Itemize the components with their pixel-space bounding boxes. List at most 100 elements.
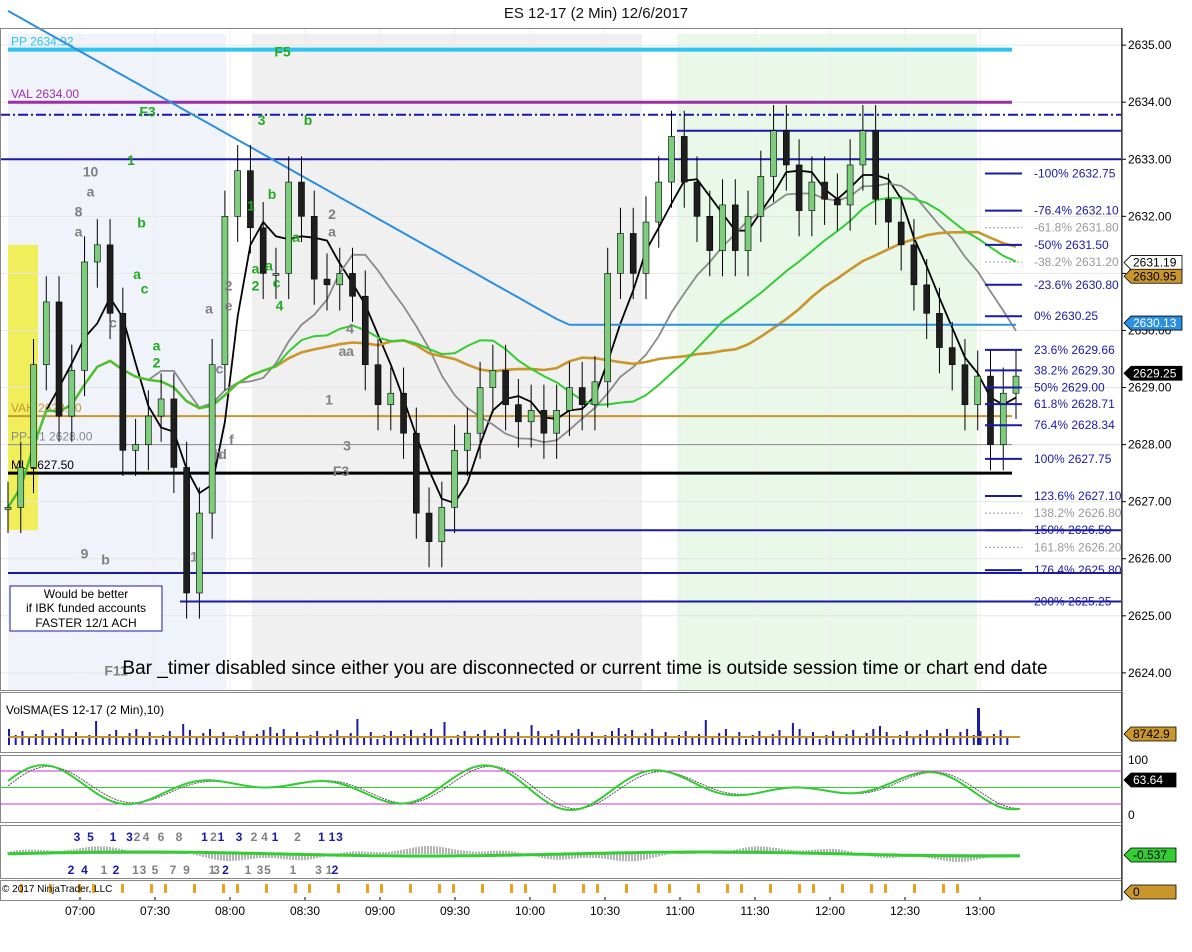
candle-body (757, 176, 765, 217)
session-shade (252, 34, 642, 690)
price-tag-label: 2630.95 (1133, 269, 1177, 283)
candle-body (846, 164, 854, 206)
volume-bar (919, 734, 922, 745)
panel-frame (0, 880, 1122, 901)
fib-label: -76.4% 2632.10 (1034, 204, 1119, 218)
wave-label: c (141, 280, 149, 296)
tick-marker (582, 884, 585, 893)
wave-label: c (109, 315, 117, 331)
volume-bar (698, 734, 701, 745)
candle-body (668, 136, 675, 183)
fib-levels: -100% 2632.75 -76.4% 2632.10 -61.8% 2631.8… (985, 167, 1122, 609)
x-tick-label: 10:00 (515, 904, 545, 918)
volume-bar (95, 721, 98, 745)
macd-wave-label: 3 (315, 863, 322, 877)
volume-bar (530, 725, 533, 745)
wave-label: 2 (153, 355, 161, 371)
volume-bar (818, 739, 821, 745)
tick-marker (870, 884, 873, 893)
volume-bar (175, 738, 178, 745)
volume-bar (892, 739, 895, 745)
y-tick-label: 2627.00 (1128, 495, 1172, 509)
note-line-1: Would be better (44, 587, 129, 601)
candle-body (119, 313, 127, 451)
volume-bar (349, 733, 352, 745)
fib-label: 100% 2627.75 (1034, 452, 1112, 466)
volume-bar (704, 720, 707, 745)
wave-label: 1 (190, 549, 198, 565)
wave-label: a (346, 343, 354, 359)
fib-label: -100% 2632.75 (1034, 167, 1116, 181)
candle-body (438, 507, 446, 542)
tick-marker (510, 884, 513, 893)
volume-bar (182, 724, 185, 745)
tick-marker (164, 884, 167, 893)
y-tick-label: 2632.00 (1128, 209, 1172, 223)
fib-label: 161.8% 2626.20 (1034, 540, 1122, 554)
macd-wave-label: 2 (251, 830, 258, 844)
volume-bar (229, 739, 232, 745)
candle-body (770, 130, 777, 177)
candle-body (42, 301, 50, 366)
fib-label: 0% 2630.25 (1034, 309, 1098, 323)
panel-tag-label: 63.64 (1133, 773, 1163, 787)
candle-body (923, 284, 930, 314)
volume-bar (75, 732, 77, 745)
macd-wave-label: 3 (336, 830, 343, 844)
candle-body (361, 295, 369, 366)
wave-label: 9 (81, 546, 89, 562)
volume-bar (195, 737, 198, 745)
macd-wave-label: 5 (152, 863, 159, 877)
candle-body (540, 410, 548, 434)
wave-label: b (304, 112, 313, 128)
volume-bar (128, 733, 131, 745)
wave-label: 2 (328, 206, 336, 222)
candle-body (489, 370, 497, 388)
volume-bar (986, 738, 989, 745)
candle-body (872, 130, 879, 200)
candle-body (30, 364, 37, 468)
volume-bar (470, 738, 473, 745)
volume-bar (490, 737, 493, 745)
volume-title: VolSMA(ES 12-17 (2 Min),10) (6, 703, 164, 717)
volume-bar (369, 732, 372, 745)
note-line-2: if IBK funded accounts (26, 601, 146, 615)
volume-bar (356, 719, 359, 745)
volume-bar (28, 738, 31, 745)
tick-marker (884, 884, 887, 893)
volume-bar (791, 723, 794, 745)
candle-body (68, 370, 76, 417)
volume-bar (48, 737, 51, 745)
volume-bar (932, 737, 935, 745)
candle-body (502, 370, 509, 405)
fib-label: 61.8% 2628.71 (1034, 397, 1115, 411)
macd-wave-label: 3 (140, 863, 147, 877)
candle-body (834, 198, 841, 206)
fib-label: 138.2% 2626.80 (1034, 506, 1122, 520)
candle-body (999, 392, 1007, 445)
macd-wave-label: 1 (218, 830, 225, 844)
volume-bar (276, 733, 278, 745)
volume-bar (396, 738, 399, 745)
wave-label: a (87, 183, 95, 199)
candle-body (425, 512, 433, 542)
macd-wave-label: 3 (213, 863, 220, 877)
candle-body (885, 198, 892, 223)
volume-bar (711, 737, 714, 745)
chart-canvas[interactable]: PP 2634.92VAL 2634.00VAH 2628.50PP-S1 26… (0, 0, 1192, 952)
volume-bar (912, 738, 915, 745)
wave-label: 4 (346, 320, 354, 336)
tick-marker (265, 884, 268, 893)
y-tick-label: 2629.00 (1128, 381, 1172, 395)
candle-body (808, 181, 816, 211)
panel-tag-label: 0 (1133, 885, 1140, 899)
macd-wave-label: 5 (264, 863, 271, 877)
volume-bar (202, 733, 205, 745)
fib-label: 38.2% 2629.30 (1034, 363, 1115, 377)
macd-wave-label: 1 (329, 830, 336, 844)
wave-label: a (292, 229, 300, 245)
macd-wave-label: 5 (87, 830, 94, 844)
tick-marker (798, 884, 801, 893)
session-shade (677, 34, 977, 690)
wave-label: 1 (325, 392, 333, 408)
